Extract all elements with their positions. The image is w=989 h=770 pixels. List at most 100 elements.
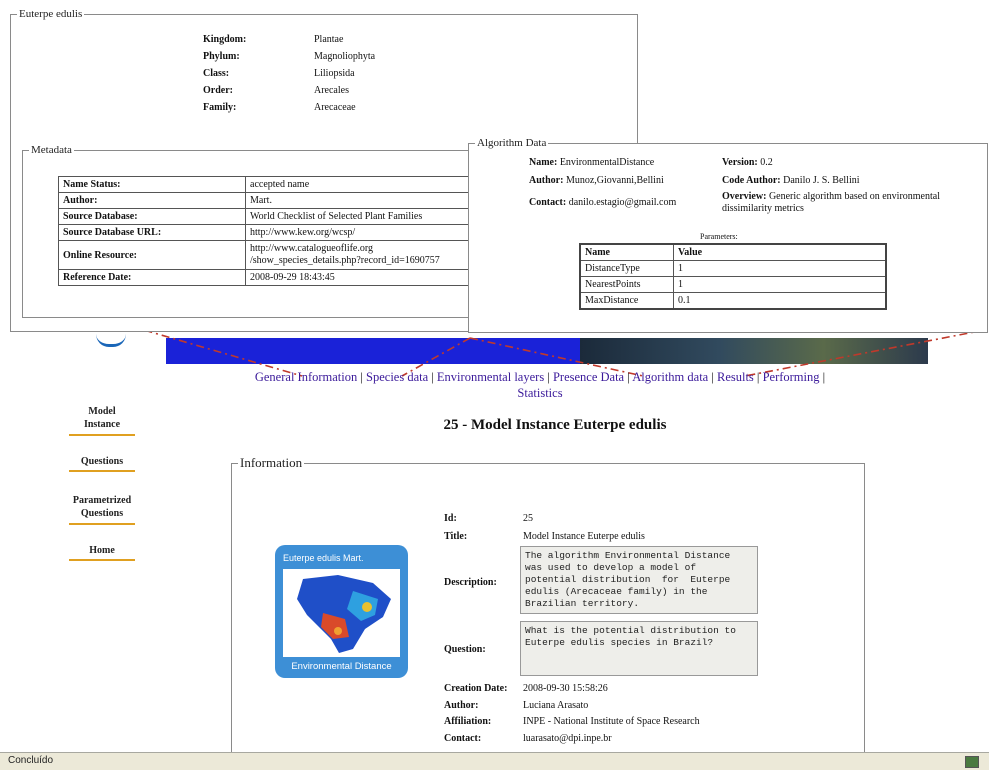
field-author-value: Luciana Arasato <box>523 700 589 711</box>
algorithm-version-label: Version: <box>722 157 758 168</box>
nav-presence-data[interactable]: Presence Data <box>553 370 624 384</box>
nav-separator: | <box>711 370 714 384</box>
algorithm-author-label: Author: <box>529 175 564 186</box>
taxonomy-value: Arecales <box>314 85 349 96</box>
field-question-label: Question: <box>444 644 486 655</box>
field-contact-label: Contact: <box>444 733 482 744</box>
information-panel-legend: Information <box>240 455 303 470</box>
thumbnail-map <box>283 569 400 657</box>
metadata-label: Author: <box>58 192 246 209</box>
param-value: 1 <box>673 260 887 277</box>
nav-statistics[interactable]: Statistics <box>517 386 562 400</box>
table-row: Source Database: World Checklist of Sele… <box>58 208 470 225</box>
nav-environmental-layers[interactable]: Environmental layers <box>437 370 544 384</box>
table-row: MaxDistance 0.1 <box>579 292 887 310</box>
param-name: MaxDistance <box>579 292 674 310</box>
status-text: Concluído <box>8 755 54 766</box>
table-row: Author: Mart. <box>58 192 470 209</box>
question-textarea[interactable]: What is the potential distribution to Eu… <box>520 621 758 676</box>
algorithm-overview: Overview: Generic algorithm based on env… <box>722 191 952 215</box>
description-textarea[interactable]: The algorithm Environmental Distance was… <box>520 546 758 614</box>
field-title-value: Model Instance Euterpe edulis <box>523 531 645 542</box>
nav-separator: | <box>360 370 363 384</box>
algorithm-name: Name: EnvironmentalDistance <box>529 157 654 168</box>
nav-general-information[interactable]: General Information <box>255 370 357 384</box>
banner-logo-arc <box>96 334 126 347</box>
thumbnail-caption: Environmental Distance <box>291 661 392 672</box>
sidebar-underline <box>69 434 135 436</box>
sidebar-item-label: Home <box>89 545 115 556</box>
metadata-panel-legend: Metadata <box>31 144 72 156</box>
parameters-title: Parameters: <box>700 232 738 241</box>
parameters-table: Name Value DistanceType 1 NearestPoints … <box>579 243 887 310</box>
nav-results[interactable]: Results <box>717 370 754 384</box>
table-row: Reference Date: 2008-09-29 18:43:45 <box>58 269 470 286</box>
table-row: Online Resource: http://www.catalogueofl… <box>58 240 470 270</box>
metadata-value: World Checklist of Selected Plant Famili… <box>245 208 470 225</box>
nav-separator: | <box>547 370 550 384</box>
sidebar-underline <box>69 523 135 525</box>
table-row: DistanceType 1 <box>579 260 887 277</box>
sidebar-item-label: Model Instance <box>83 406 121 430</box>
sidebar-item-parametrized-questions[interactable]: Parametrized Questions <box>68 494 136 525</box>
algorithm-contact: Contact: danilo.estagio@gmail.com <box>529 197 676 208</box>
table-row: NearestPoints 1 <box>579 276 887 293</box>
sidebar-item-questions[interactable]: Questions <box>68 456 136 472</box>
sidebar-item-home[interactable]: Home <box>68 545 136 561</box>
metadata-value: http://www.kew.org/wcsp/ <box>245 224 470 241</box>
nav-algorithm-data[interactable]: Algorithm data <box>632 370 708 384</box>
taxonomy-value: Plantae <box>314 34 344 45</box>
taxonomy-label: Family: <box>203 102 237 113</box>
taxonomy-label: Phylum: <box>203 51 240 62</box>
thumbnail-title: Euterpe edulis Mart. <box>283 553 364 563</box>
taxonomy-row: Kingdom: Plantae <box>203 34 423 51</box>
algorithm-code-author: Code Author: Danilo J. S. Bellini <box>722 175 860 186</box>
metadata-value: 2008-09-29 18:43:45 <box>245 269 470 286</box>
field-title-label: Title: <box>444 531 468 542</box>
algorithm-name-label: Name: <box>529 157 558 168</box>
algorithm-version-value: 0.2 <box>760 157 773 168</box>
param-value: 0.1 <box>673 292 887 310</box>
field-id-value: 25 <box>523 513 533 524</box>
banner-map-image <box>580 338 928 364</box>
status-bar: Concluído <box>0 752 989 770</box>
taxonomy-value: Arecaceae <box>314 102 356 113</box>
algorithm-version: Version: 0.2 <box>722 157 773 168</box>
sidebar-item-model-instance[interactable]: Model Instance <box>68 405 136 436</box>
metadata-label: Source Database URL: <box>58 224 246 241</box>
model-thumbnail[interactable]: Euterpe edulis Mart. Environmental Dista… <box>275 545 408 678</box>
nav-separator: | <box>822 370 826 384</box>
sidebar-underline <box>69 559 135 561</box>
species-panel-legend: Euterpe edulis <box>19 8 83 20</box>
nav-separator: | <box>756 370 760 384</box>
param-name: NearestPoints <box>579 276 674 293</box>
taxonomy-row: Order: Arecales <box>203 85 423 102</box>
field-creation-date-value: 2008-09-30 15:58:26 <box>523 683 608 694</box>
main-nav: General Information | Species data | Env… <box>160 369 920 401</box>
metadata-label: Reference Date: <box>58 269 246 286</box>
metadata-value: Mart. <box>245 192 470 209</box>
sidebar-underline <box>69 470 135 472</box>
column-header: Name <box>579 243 674 261</box>
nav-separator: | <box>431 370 434 384</box>
metadata-label: Online Resource: <box>58 240 246 270</box>
taxonomy-value: Liliopsida <box>314 68 355 79</box>
algorithm-overview-label: Overview: <box>722 191 767 202</box>
algorithm-contact-label: Contact: <box>529 197 567 208</box>
taxonomy-row: Phylum: Magnoliophyta <box>203 51 423 68</box>
page-title: 25 - Model Instance Euterpe edulis <box>443 417 667 433</box>
nav-performing[interactable]: Performing <box>763 370 820 384</box>
field-creation-date-label: Creation Date: <box>444 683 508 694</box>
taxonomy-value: Magnoliophyta <box>314 51 376 62</box>
taxonomy-label: Order: <box>203 85 233 96</box>
sidebar-item-label: Questions <box>80 456 124 467</box>
nav-species-data[interactable]: Species data <box>366 370 428 384</box>
sidebar-item-label: Parametrized Questions <box>72 495 132 519</box>
table-header-row: Name Value <box>579 243 887 261</box>
taxonomy-row: Family: Arecaceae <box>203 102 423 119</box>
distribution-map-icon <box>297 575 391 653</box>
metadata-label: Name Status: <box>58 176 246 193</box>
algorithm-panel-legend: Algorithm Data <box>477 137 547 149</box>
nav-separator: | <box>627 370 630 384</box>
algorithm-author: Author: Munoz,Giovanni,Bellini <box>529 175 664 186</box>
